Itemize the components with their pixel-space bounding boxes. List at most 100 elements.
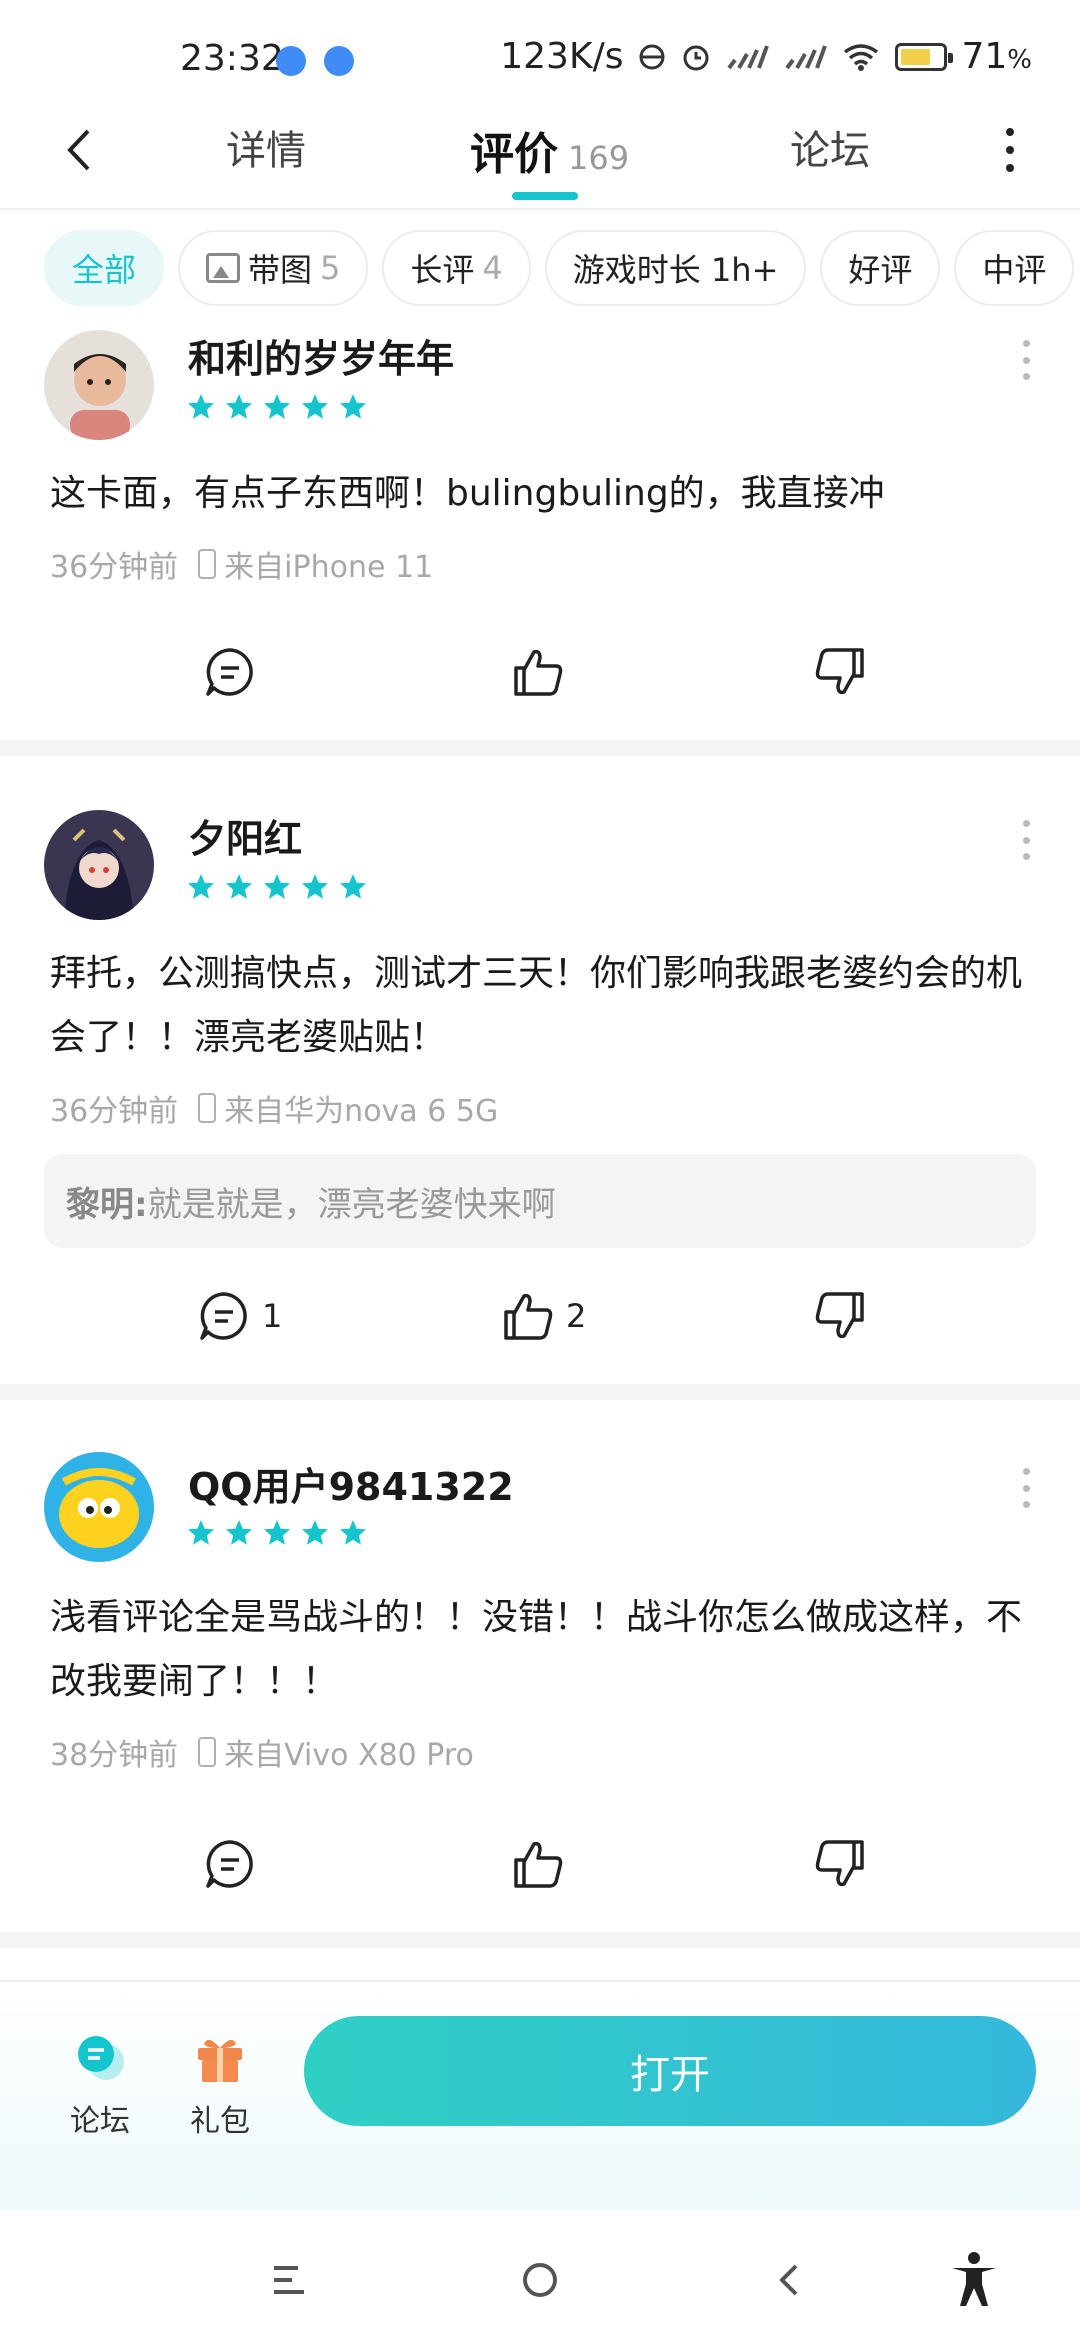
review-more-button[interactable] [1020,340,1032,380]
image-icon [206,253,241,283]
avatar[interactable] [44,1452,154,1562]
review-filters: 全部 带图 5 长评 4 游戏时长 1h+ 好评 中评 [44,230,1080,306]
vpn-icon [639,44,665,69]
thumb-up-icon [514,649,563,696]
review-separator [0,1932,1080,1948]
rating-stars [186,872,368,902]
filter-count: 5 [320,249,341,287]
review-separator [0,740,1080,756]
dislike-button[interactable] [812,1276,868,1356]
filter-label: 好评 [848,251,913,289]
tab-forum[interactable]: 论坛 [790,118,870,176]
signal-icon [727,44,770,69]
star-icon [338,1518,368,1548]
home-button[interactable] [510,2250,570,2310]
avatar[interactable] [44,330,154,440]
forum-shortcut[interactable]: 论坛 [50,2030,150,2140]
comment-count: 1 [262,1297,283,1335]
bottom-action-bar: 论坛 礼包 打开 [0,1980,1080,2210]
status-right: 123K/s 71% [500,36,1032,77]
avatar[interactable] [44,810,154,920]
comment-icon [206,1840,253,1888]
app-notification-icon [324,46,354,76]
tab-indicator [512,192,578,200]
signal-icon [785,44,828,69]
star-icon [262,1518,292,1548]
comment-icon [200,1292,247,1340]
username[interactable]: 和利的岁岁年年 [188,328,454,383]
like-count: 2 [566,1297,587,1335]
like-button[interactable] [510,1824,576,1904]
rating-stars [186,1518,368,1548]
thumb-up-icon [504,1293,553,1340]
review-content: 这卡面，有点子东西啊！bulingbuling的，我直接冲 [50,473,885,514]
filter-label: 带图 [248,251,313,289]
star-icon [224,1518,254,1548]
accessibility-button[interactable] [944,2250,1004,2310]
rating-stars [186,392,368,422]
phone-icon [198,549,217,579]
username[interactable]: QQ用户9841322 [188,1456,514,1511]
filter-positive[interactable]: 好评 [820,230,941,306]
review-more-button[interactable] [1020,1468,1032,1508]
star-icon [300,392,330,422]
filter-neutral[interactable]: 中评 [954,230,1075,306]
tab-reviews-label: 评价 [470,129,558,180]
like-button[interactable] [510,632,576,712]
thumb-down-icon [815,1840,864,1887]
filter-count: 4 [482,249,503,287]
review-actions: 1 2 [0,1276,1080,1356]
gift-shortcut[interactable]: 礼包 [170,2030,270,2140]
review-more-button[interactable] [1020,820,1032,860]
star-icon [186,872,216,902]
wifi-icon [844,43,879,71]
app-notification-icon [276,46,306,76]
forum-shortcut-label: 论坛 [70,2104,130,2139]
filter-with-images[interactable]: 带图 5 [178,230,369,306]
menu-icon [274,2266,304,2294]
filter-label: 游戏时长 1h+ [572,251,779,289]
review-card: QQ用户9841322 浅看评论全是骂战斗的！！没错！！战斗你怎么做成这样，不改… [0,1400,1080,1930]
chevron-left-icon [67,129,90,171]
reply-preview[interactable]: 黎明: 就是就是，漂亮老婆快来啊 [44,1154,1036,1248]
review-time: 36分钟前 [50,1094,179,1129]
status-time: 23:32 [180,38,284,79]
review-card: 和利的岁岁年年 这卡面，有点子东西啊！bulingbuling的，我直接冲 36… [0,320,1080,740]
comment-button[interactable]: 1 [196,1276,282,1356]
more-menu-button[interactable] [990,122,1030,178]
review-separator [0,1384,1080,1400]
dislike-button[interactable] [812,1824,868,1904]
system-nav-bar [0,2210,1080,2340]
filter-label: 中评 [982,251,1047,289]
filter-all[interactable]: 全部 [44,230,165,306]
comment-button[interactable] [202,1824,268,1904]
tab-details[interactable]: 详情 [226,118,306,176]
gift-shortcut-label: 礼包 [190,2104,250,2139]
top-nav: 详情 评价 169 论坛 [0,100,1080,210]
username[interactable]: 夕阳红 [188,808,302,863]
review-actions [0,632,1080,712]
like-button[interactable]: 2 [500,1276,586,1356]
filter-playtime[interactable]: 游戏时长 1h+ [544,230,807,306]
filter-label: 长评 [410,251,475,289]
comment-icon [206,648,253,696]
phone-icon [198,1093,217,1123]
open-game-button[interactable]: 打开 [304,2016,1036,2126]
star-icon [262,872,292,902]
back-button[interactable] [50,120,110,180]
star-icon [224,872,254,902]
review-card: 夕阳红 拜托，公测搞快点，测试才三天！你们影响我跟老婆约会的机会了！！漂亮老婆贴… [0,756,1080,1380]
system-back-button[interactable] [760,2250,820,2310]
star-icon [338,392,368,422]
comment-button[interactable] [202,632,268,712]
dislike-button[interactable] [812,632,868,712]
menu-button[interactable] [260,2250,320,2310]
filter-long-reviews[interactable]: 长评 4 [382,230,531,306]
battery-percent: 71% [961,36,1032,77]
accessibility-icon [952,2252,996,2306]
filter-label: 全部 [72,251,137,289]
review-content: 拜托，公测搞快点，测试才三天！你们影响我跟老婆约会的机会了！！漂亮老婆贴贴！ [50,953,1023,1058]
review-device: 来自Vivo X80 Pro [224,1738,474,1773]
star-icon [186,1518,216,1548]
tab-reviews[interactable]: 评价 169 [470,118,629,182]
